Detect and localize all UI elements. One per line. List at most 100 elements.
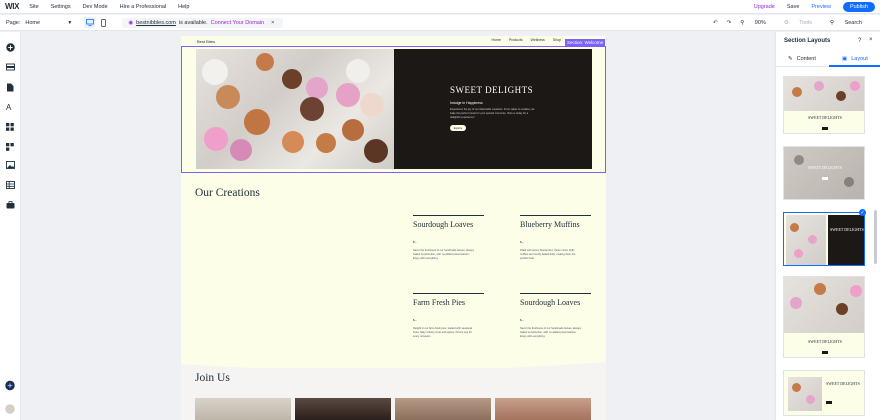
business-apps-icon[interactable] bbox=[5, 142, 15, 152]
join-image[interactable] bbox=[295, 398, 391, 420]
macaron-shape bbox=[256, 53, 274, 71]
product-card[interactable]: Farm Fresh Pies $-- Delight in our farm-… bbox=[413, 293, 484, 339]
site-nav-home[interactable]: Home bbox=[492, 38, 501, 42]
connect-domain-link[interactable]: Connect Your Domain bbox=[211, 20, 265, 26]
macaron-shape bbox=[306, 77, 328, 99]
help-icon[interactable]: ? bbox=[858, 38, 861, 44]
card-description: Savor the freshness of our handmade loav… bbox=[520, 327, 581, 338]
upgrade-button[interactable]: Upgrade bbox=[754, 4, 775, 10]
hero-title[interactable]: SWEET DELIGHTS bbox=[450, 85, 533, 95]
menu-settings[interactable]: Settings bbox=[51, 4, 71, 10]
site-header[interactable]: Best Bites Home Products Wellness Shop bbox=[181, 36, 606, 46]
zoom-control[interactable]: ⚲ 90% bbox=[740, 20, 775, 26]
media-icon[interactable] bbox=[5, 160, 15, 170]
section-layouts-panel: Section Layouts ? × ✎ Content ▣ Layout SWE… bbox=[775, 32, 880, 420]
cms-icon[interactable] bbox=[5, 180, 15, 190]
join-image[interactable] bbox=[495, 398, 591, 420]
page-select[interactable]: Home bbox=[25, 20, 67, 26]
page-label: Page: bbox=[6, 19, 21, 26]
join-heading[interactable]: Join Us bbox=[195, 372, 230, 384]
site-nav-shop[interactable]: Shop bbox=[553, 38, 561, 42]
hero-subtitle[interactable]: Indulge in Happiness bbox=[450, 101, 483, 105]
layout-icon: ▣ bbox=[842, 56, 848, 62]
menu-hire-professional[interactable]: Hire a Professional bbox=[120, 4, 166, 10]
layout-option[interactable]: SWEET DELIGHTS bbox=[783, 276, 865, 358]
publish-button[interactable]: Publish bbox=[842, 2, 875, 12]
theme-icon[interactable]: A bbox=[5, 102, 15, 112]
close-icon[interactable]: × bbox=[869, 37, 873, 43]
section-welcome[interactable]: SWEET DELIGHTS Indulge in Happiness Expe… bbox=[181, 46, 606, 173]
close-icon[interactable]: × bbox=[271, 20, 274, 26]
section-creations[interactable]: Our Creations Sourdough Loaves $-- Savor… bbox=[181, 173, 606, 368]
layout-preview-title: SWEET DELIGHTS bbox=[808, 115, 842, 120]
section-join-us[interactable]: Join Us bbox=[181, 368, 606, 420]
layout-option[interactable]: SWEET DELIGHTS bbox=[783, 370, 865, 416]
macaron-shape bbox=[792, 87, 802, 97]
redo-icon[interactable]: ↷ bbox=[727, 20, 732, 26]
macaron-shape bbox=[790, 297, 802, 309]
avatar[interactable] bbox=[5, 404, 15, 414]
macaron-shape bbox=[808, 235, 817, 244]
layout-preview-dark: SWEET DELIGHTS bbox=[828, 215, 864, 265]
hero-explore-button[interactable]: Explore bbox=[450, 125, 466, 131]
layout-preview-title: SWEET DELIGHTS bbox=[808, 339, 842, 344]
macaron-shape bbox=[790, 223, 799, 232]
macarons-image[interactable] bbox=[196, 49, 394, 169]
macaron-shape bbox=[282, 131, 304, 153]
macaron-shape bbox=[230, 139, 252, 161]
macaron-shape bbox=[794, 155, 804, 165]
desktop-view-button[interactable] bbox=[84, 17, 96, 28]
domain-name[interactable]: bestnibbles.com bbox=[136, 20, 176, 26]
section-label[interactable]: Section: Welcome bbox=[565, 39, 606, 46]
product-card[interactable]: Sourdough Loaves $-- Savor the freshness… bbox=[413, 215, 484, 261]
pages-icon[interactable] bbox=[5, 82, 15, 92]
svg-text:A: A bbox=[6, 103, 12, 111]
mobile-view-button[interactable] bbox=[98, 17, 109, 28]
site-nav-wellness[interactable]: Wellness bbox=[531, 38, 545, 42]
apps-icon[interactable] bbox=[5, 122, 15, 132]
card-title: Farm Fresh Pies bbox=[413, 298, 465, 307]
layout-option[interactable]: SWEET DELIGHTS bbox=[783, 146, 865, 200]
join-image[interactable] bbox=[395, 398, 491, 420]
creations-heading[interactable]: Our Creations bbox=[195, 187, 260, 199]
macaron-shape bbox=[360, 93, 384, 117]
layout-preview-title: SWEET DELIGHTS bbox=[808, 165, 842, 170]
hero-text-panel: SWEET DELIGHTS Indulge in Happiness Expe… bbox=[394, 49, 592, 169]
layout-preview-image bbox=[784, 277, 864, 333]
card-price: $-- bbox=[520, 240, 524, 244]
macaron-shape bbox=[364, 139, 388, 163]
menu-site[interactable]: Site bbox=[29, 4, 38, 10]
tools-button[interactable]: ⚙ Tools bbox=[784, 20, 821, 26]
search-button[interactable]: ⚲ Search bbox=[830, 20, 871, 26]
product-card[interactable]: Sourdough Loaves $-- Savor the freshness… bbox=[520, 293, 591, 339]
join-image[interactable] bbox=[195, 398, 291, 420]
layout-option-selected[interactable]: SWEET DELIGHTS bbox=[783, 212, 865, 266]
layout-option[interactable]: SWEET DELIGHTS bbox=[783, 76, 865, 134]
undo-icon[interactable]: ↶ bbox=[713, 20, 718, 26]
add-section-icon[interactable] bbox=[5, 62, 15, 72]
menu-dev-mode[interactable]: Dev Mode bbox=[83, 4, 108, 10]
product-card[interactable]: Blueberry Muffins $-- Filled with plump … bbox=[520, 215, 591, 261]
macaron-shape bbox=[806, 395, 815, 404]
layout-preview-title: SWEET DELIGHTS bbox=[830, 227, 864, 232]
panel-scrollbar[interactable] bbox=[874, 210, 877, 264]
menu-help[interactable]: Help bbox=[178, 4, 189, 10]
top-actions: Upgrade Save Preview Publish bbox=[754, 0, 880, 14]
chevron-down-icon[interactable]: ▼ bbox=[67, 20, 72, 26]
tools-label: Tools bbox=[799, 20, 812, 26]
macaron-shape bbox=[792, 383, 801, 392]
portfolio-icon[interactable] bbox=[5, 200, 15, 210]
macaron-shape bbox=[794, 249, 803, 258]
ai-assistant-icon[interactable] bbox=[5, 380, 15, 390]
macaron-shape bbox=[850, 285, 862, 297]
hero-paragraph[interactable]: Experience the joy of our delectable cre… bbox=[450, 108, 536, 120]
card-description: Delight in our farm-fresh pies, loaded w… bbox=[413, 327, 472, 338]
save-button[interactable]: Save bbox=[787, 4, 800, 10]
card-divider bbox=[520, 215, 591, 216]
preview-button[interactable]: Preview bbox=[811, 4, 831, 10]
macaron-shape bbox=[844, 177, 854, 187]
tab-layout[interactable]: ▣ Layout bbox=[842, 56, 868, 62]
site-nav-products[interactable]: Products bbox=[509, 38, 523, 42]
add-elements-icon[interactable] bbox=[5, 42, 15, 52]
tab-content[interactable]: ✎ Content bbox=[788, 56, 816, 62]
